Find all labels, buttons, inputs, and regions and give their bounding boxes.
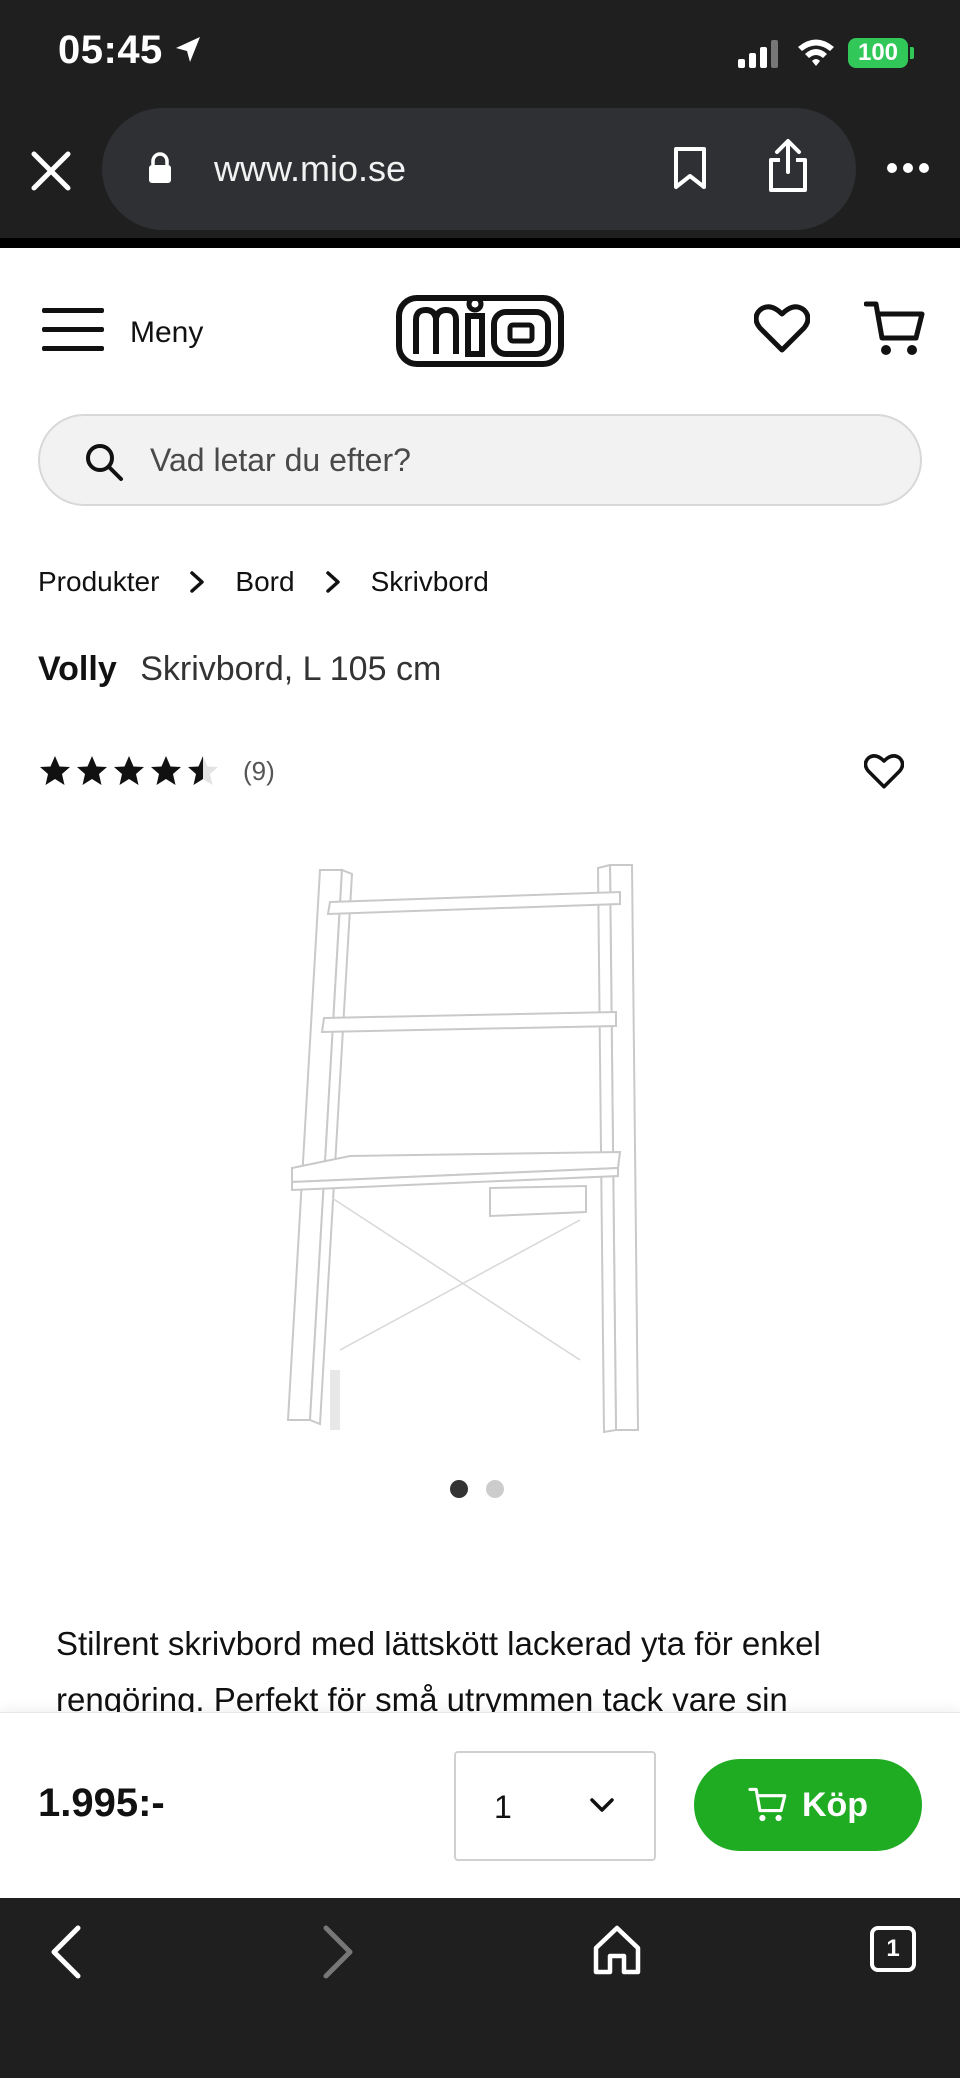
rating-stars — [38, 754, 223, 788]
quantity-value: 1 — [494, 1789, 512, 1825]
breadcrumb-link-skrivbord[interactable]: Skrivbord — [371, 566, 489, 598]
breadcrumb-link-produkter[interactable]: Produkter — [38, 566, 159, 598]
location-arrow-icon — [176, 37, 200, 62]
favorite-heart-icon[interactable] — [864, 752, 904, 790]
hamburger-menu-icon[interactable] — [42, 308, 104, 352]
battery-indicator: 100 — [848, 38, 908, 68]
cellular-signal-icon — [738, 40, 778, 68]
buy-button[interactable]: Köp — [694, 1759, 922, 1851]
image-carousel-dots — [450, 1480, 522, 1498]
product-name: Skrivbord, L 105 cm — [140, 650, 442, 688]
cart-icon — [748, 1787, 787, 1822]
close-icon[interactable] — [24, 144, 78, 198]
lock-icon — [149, 152, 171, 183]
browser-toolbar: www.mio.se — [0, 104, 960, 238]
carousel-dot-2[interactable] — [486, 1480, 504, 1498]
cart-icon[interactable] — [864, 300, 926, 358]
star-icon — [40, 756, 70, 785]
product-image[interactable] — [280, 850, 660, 1450]
site-header: Meny — [0, 248, 960, 418]
browser-divider — [0, 238, 960, 248]
back-arrow-icon[interactable] — [46, 1924, 86, 1980]
search-input[interactable] — [150, 416, 890, 504]
wifi-icon — [798, 39, 834, 66]
chevron-down-icon — [590, 1798, 614, 1812]
home-icon[interactable] — [592, 1924, 642, 1976]
status-bar: 05:45 100 — [0, 0, 960, 104]
star-icon — [77, 756, 107, 785]
tabs-counter-button[interactable]: 1 — [870, 1926, 916, 1972]
status-time: 05:45 — [58, 28, 163, 72]
star-icon — [114, 756, 144, 785]
buy-button-label: Köp — [801, 1785, 869, 1824]
battery-tip — [910, 47, 914, 59]
chevron-right-icon — [190, 571, 205, 593]
star-icon — [188, 756, 218, 785]
share-icon[interactable] — [766, 138, 810, 194]
mio-logo[interactable] — [396, 290, 564, 368]
search-icon — [86, 444, 123, 481]
breadcrumb: Produkter Bord Skrivbord — [38, 566, 489, 598]
more-options-icon[interactable] — [886, 162, 930, 174]
product-rating[interactable]: (9) — [38, 754, 275, 788]
breadcrumb-link-bord[interactable]: Bord — [235, 566, 294, 598]
forward-arrow-icon[interactable] — [318, 1924, 358, 1980]
carousel-dot-1[interactable] — [450, 1480, 468, 1498]
product-title: Volly Skrivbord, L 105 cm — [38, 650, 441, 689]
browser-bottom-nav: 1 — [0, 1898, 960, 2078]
address-bar[interactable]: www.mio.se — [102, 108, 856, 230]
product-brand[interactable]: Volly — [38, 650, 117, 688]
chevron-right-icon — [325, 571, 340, 593]
buy-bar: 1.995:- 1 Köp — [0, 1712, 960, 1898]
product-price: 1.995:- — [38, 1781, 165, 1825]
wishlist-heart-icon[interactable] — [754, 302, 810, 354]
menu-label[interactable]: Meny — [130, 316, 203, 350]
search-bar[interactable] — [38, 414, 922, 506]
review-count[interactable]: (9) — [243, 756, 275, 787]
url-text: www.mio.se — [214, 148, 407, 189]
bookmark-icon[interactable] — [672, 146, 708, 190]
star-icon — [151, 756, 181, 785]
quantity-select[interactable]: 1 — [454, 1751, 656, 1861]
